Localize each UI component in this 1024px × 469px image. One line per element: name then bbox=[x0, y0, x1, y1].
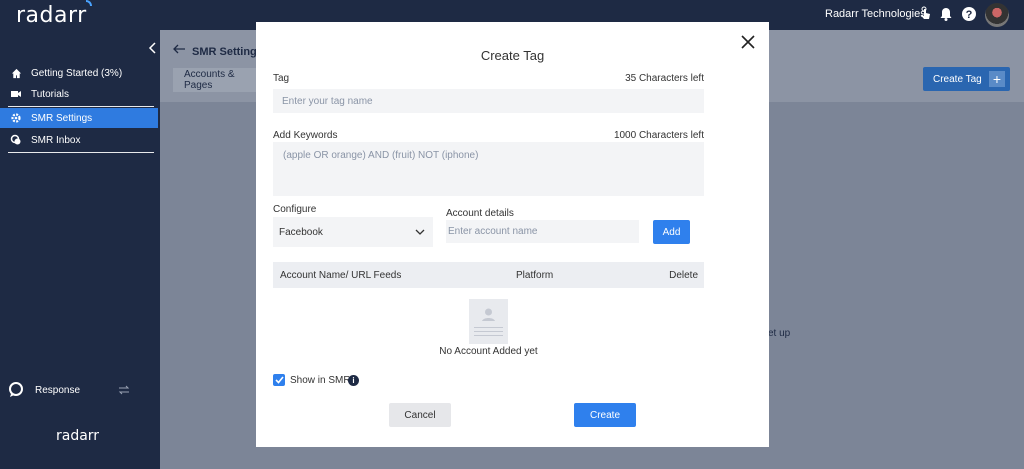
column-header-platform: Platform bbox=[516, 270, 554, 281]
tab-label: Accounts & Pages bbox=[184, 69, 235, 91]
add-account-label: Add bbox=[662, 226, 681, 238]
tag-name-input[interactable]: Enter your tag name bbox=[273, 89, 704, 113]
sidebar-divider bbox=[8, 106, 154, 107]
svg-text:?: ? bbox=[966, 9, 973, 21]
background-text: et up bbox=[768, 328, 791, 339]
keywords-placeholder: (apple OR orange) AND (fruit) NOT (iphon… bbox=[283, 150, 479, 161]
account-name-input[interactable]: Enter account name bbox=[446, 220, 639, 243]
sidebar-item-label: SMR Inbox bbox=[31, 134, 81, 146]
platform-select[interactable]: Facebook bbox=[273, 217, 433, 247]
user-avatar[interactable] bbox=[985, 3, 1009, 27]
tag-label: Tag bbox=[273, 73, 290, 84]
sidebar-item-smr-inbox[interactable]: SMR Inbox bbox=[0, 130, 158, 150]
response-toggle[interactable]: Response bbox=[8, 380, 133, 400]
swap-arrows-icon[interactable] bbox=[118, 385, 130, 395]
sidebar-item-label: SMR Settings bbox=[31, 112, 93, 124]
empty-state-text: No Account Added yet bbox=[439, 346, 538, 357]
gear-icon bbox=[10, 112, 22, 124]
close-icon[interactable] bbox=[741, 35, 755, 49]
collapse-sidebar-icon[interactable] bbox=[148, 42, 158, 54]
home-icon bbox=[10, 67, 22, 79]
sidebar-item-getting-started[interactable]: Getting Started (3%) bbox=[0, 63, 158, 83]
chevron-down-icon bbox=[415, 229, 425, 235]
sidebar-item-label: Getting Started (3%) bbox=[31, 67, 123, 79]
bell-icon[interactable] bbox=[938, 6, 954, 22]
tag-char-counter: 35 Characters left bbox=[625, 73, 704, 84]
inbox-icon bbox=[10, 134, 22, 146]
create-tag-modal: Create Tag Tag 35 Characters left Enter … bbox=[256, 22, 769, 447]
keywords-textarea[interactable]: (apple OR orange) AND (fruit) NOT (iphon… bbox=[273, 142, 704, 196]
sidebar-item-smr-settings[interactable]: SMR Settings bbox=[0, 108, 158, 128]
account-details-label: Account details bbox=[446, 208, 514, 219]
tab-accounts-pages[interactable]: Accounts & Pages bbox=[173, 68, 263, 92]
create-button[interactable]: Create bbox=[574, 403, 636, 427]
chat-bubble-icon bbox=[9, 382, 23, 397]
checkmark-icon bbox=[274, 376, 284, 384]
create-tag-label: Create Tag bbox=[933, 73, 982, 85]
help-icon[interactable]: ? bbox=[961, 6, 977, 22]
accounts-table-header: Account Name/ URL Feeds Platform Delete bbox=[273, 262, 704, 288]
sidebar: Getting Started (3%) Tutorials SMR Setti… bbox=[0, 30, 160, 469]
tag-name-placeholder: Enter your tag name bbox=[282, 95, 373, 107]
cancel-button[interactable]: Cancel bbox=[389, 403, 451, 427]
page-title: SMR Settings bbox=[192, 46, 263, 58]
platform-select-value: Facebook bbox=[279, 226, 323, 238]
radarr-logo[interactable]: radarr bbox=[16, 0, 92, 28]
keywords-char-counter: 1000 Characters left bbox=[613, 130, 704, 141]
configure-label: Configure bbox=[273, 204, 317, 215]
keywords-label: Add Keywords bbox=[273, 130, 338, 141]
show-in-smr-checkbox[interactable] bbox=[273, 374, 285, 386]
sidebar-item-tutorials[interactable]: Tutorials bbox=[0, 84, 158, 104]
plus-icon: + bbox=[989, 71, 1005, 87]
create-tag-button[interactable]: Create Tag + bbox=[923, 67, 1010, 91]
sidebar-divider bbox=[8, 152, 154, 153]
modal-title: Create Tag bbox=[480, 48, 545, 63]
response-label: Response bbox=[35, 384, 81, 396]
empty-state-icon bbox=[469, 299, 508, 344]
account-name-placeholder: Enter account name bbox=[448, 226, 538, 237]
column-header-account-name: Account Name/ URL Feeds bbox=[280, 270, 402, 281]
show-in-smr-label: Show in SMR bbox=[290, 375, 351, 386]
cancel-label: Cancel bbox=[404, 409, 436, 421]
sidebar-item-label: Tutorials bbox=[31, 88, 69, 100]
column-header-delete: Delete bbox=[669, 270, 698, 281]
info-icon[interactable]: i bbox=[348, 375, 359, 386]
back-arrow-icon[interactable] bbox=[172, 44, 186, 54]
organization-name[interactable]: Radarr Technologies bbox=[825, 8, 926, 20]
create-label: Create bbox=[589, 409, 620, 421]
footer-logo: radarr bbox=[56, 428, 100, 444]
tap-gesture-icon[interactable] bbox=[917, 6, 933, 22]
video-icon bbox=[10, 88, 22, 100]
add-account-button[interactable]: Add bbox=[653, 220, 690, 244]
